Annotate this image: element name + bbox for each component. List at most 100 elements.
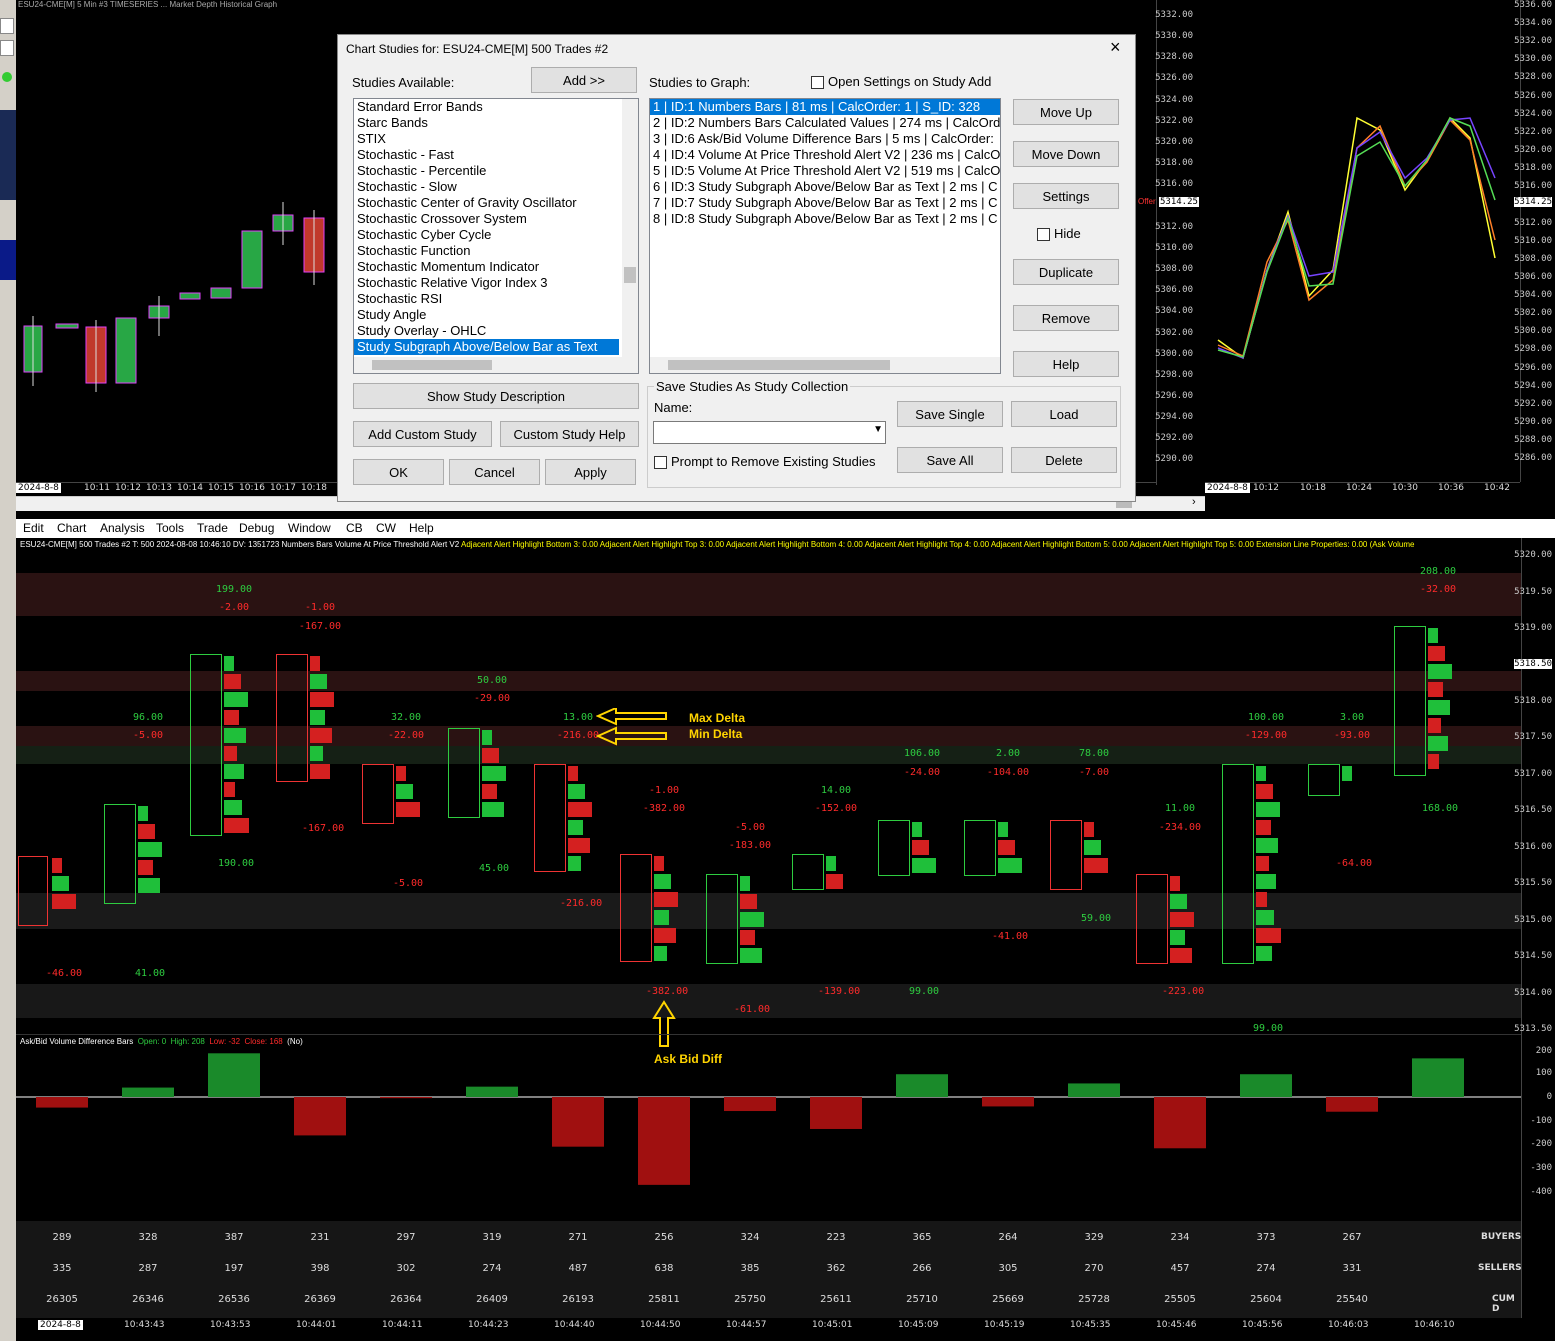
tool-icon[interactable] [0, 40, 14, 56]
time-label: 10:45:56 [1242, 1320, 1283, 1330]
time-label: 10:44:11 [382, 1320, 423, 1330]
studies-to-graph-label: Studies to Graph: [649, 75, 751, 90]
list-item[interactable]: Study Angle [354, 307, 638, 323]
apply-button[interactable]: Apply [545, 459, 636, 485]
duplicate-button[interactable]: Duplicate [1013, 259, 1119, 285]
list-item[interactable]: Standard Error Bands [354, 99, 638, 115]
buyers-value: 387 [224, 1232, 244, 1243]
time-label: 10:45:19 [984, 1320, 1025, 1330]
list-item[interactable]: Stochastic RSI [354, 291, 638, 307]
save-single-button[interactable]: Save Single [897, 401, 1003, 427]
menu-item-trade[interactable]: Trade [197, 521, 228, 535]
menu-item-cw[interactable]: CW [376, 521, 396, 535]
chart-header-inputs: Adjacent Alert Highlight Bottom 3: 0.00 … [461, 540, 1415, 549]
load-button[interactable]: Load [1011, 401, 1117, 427]
save-all-button[interactable]: Save All [897, 447, 1003, 473]
horizontal-scrollbar[interactable] [650, 357, 1000, 373]
list-item[interactable]: Stochastic Crossover System [354, 211, 638, 227]
price-label: 5302.00 [1155, 328, 1193, 338]
custom-study-help-button[interactable]: Custom Study Help [500, 421, 639, 447]
delta-bar [1428, 628, 1438, 643]
add-button[interactable]: Add >> [531, 67, 637, 93]
show-study-description-button[interactable]: Show Study Description [353, 383, 639, 409]
name-label: Name: [654, 400, 693, 415]
ask-bid-diff-label: 99.00 [1252, 1023, 1284, 1034]
help-button[interactable]: Help [1013, 351, 1119, 377]
list-item[interactable]: Stochastic Function [354, 243, 638, 259]
footprint-box [1222, 764, 1254, 964]
price-label: 5314.00 [1514, 988, 1552, 998]
remove-button[interactable]: Remove [1013, 305, 1119, 331]
menu-item-help[interactable]: Help [409, 521, 434, 535]
price-label: 5316.50 [1514, 805, 1552, 815]
delta-bar [740, 876, 750, 891]
price-label: 5318.00 [1514, 163, 1552, 173]
list-item[interactable]: Stochastic Relative Vigor Index 3 [354, 275, 638, 291]
list-item[interactable]: STIX [354, 131, 638, 147]
scroll-thumb[interactable] [668, 360, 890, 370]
horizontal-scrollbar[interactable] [354, 357, 638, 373]
list-item[interactable]: 5 | ID:5 Volume At Price Threshold Alert… [650, 163, 1000, 179]
footprint-box [706, 874, 738, 964]
vertical-scrollbar[interactable] [622, 99, 638, 357]
list-item[interactable]: 6 | ID:3 Study Subgraph Above/Below Bar … [650, 179, 1000, 195]
list-item[interactable]: Stochastic Center of Gravity Oscillator [354, 195, 638, 211]
list-item[interactable]: 4 | ID:4 Volume At Price Threshold Alert… [650, 147, 1000, 163]
menu-item-analysis[interactable]: Analysis [100, 521, 145, 535]
open-settings-checkbox[interactable] [811, 76, 824, 89]
scroll-thumb[interactable] [372, 360, 492, 370]
tool-icon[interactable] [0, 18, 14, 34]
menu-item-edit[interactable]: Edit [23, 521, 44, 535]
max-delta-label: 106.00 [903, 748, 941, 759]
ok-button[interactable]: OK [353, 459, 444, 485]
menu-item-cb[interactable]: CB [346, 521, 363, 535]
scroll-right-icon[interactable]: › [1192, 496, 1196, 508]
delta-bar [1256, 784, 1273, 799]
hide-checkbox[interactable] [1037, 228, 1050, 241]
list-item-selected[interactable]: Study Subgraph Above/Below Bar as Text [354, 339, 619, 355]
list-item[interactable]: Stochastic Momentum Indicator [354, 259, 638, 275]
name-combobox[interactable]: ▼ [653, 421, 886, 444]
list-item[interactable]: Stochastic Cyber Cycle [354, 227, 638, 243]
cancel-button[interactable]: Cancel [449, 459, 540, 485]
list-item[interactable]: Stochastic - Slow [354, 179, 638, 195]
studies-available-label: Studies Available: [352, 75, 455, 90]
list-item[interactable]: Stochastic - Percentile [354, 163, 638, 179]
close-icon[interactable]: × [1110, 37, 1121, 58]
numbers-bars-chart[interactable]: ESU24-CME[M] 500 Trades #2 T: 500 2024-0… [16, 538, 1522, 1318]
list-item[interactable]: 3 | ID:6 Ask/Bid Volume Difference Bars … [650, 131, 1000, 147]
cumd-value: 25728 [1078, 1294, 1110, 1305]
prompt-remove-checkbox[interactable] [654, 456, 667, 469]
studies-available-list[interactable]: Standard Error Bands Starc Bands STIX St… [353, 98, 639, 374]
scroll-thumb[interactable] [624, 267, 636, 283]
top-right-chart[interactable]: 5336.00 5334.00 5332.00 5330.00 5328.00 … [1205, 0, 1555, 495]
move-up-button[interactable]: Move Up [1013, 99, 1119, 125]
chevron-down-icon[interactable]: ▼ [873, 424, 883, 435]
menu-item-debug[interactable]: Debug [239, 521, 274, 535]
time-label: 10:45:01 [812, 1320, 853, 1330]
move-down-button[interactable]: Move Down [1013, 141, 1119, 167]
list-item-selected[interactable]: 1 | ID:1 Numbers Bars | 81 ms | CalcOrde… [650, 99, 1000, 115]
prompt-remove-label: Prompt to Remove Existing Studies [671, 454, 876, 469]
settings-button[interactable]: Settings [1013, 183, 1119, 209]
list-item[interactable]: 2 | ID:2 Numbers Bars Calculated Values … [650, 115, 1000, 131]
diff-bar [466, 1086, 518, 1097]
delta-bar [998, 840, 1015, 855]
buyers-value: 324 [740, 1232, 760, 1243]
menu-item-chart[interactable]: Chart [57, 521, 86, 535]
add-custom-study-button[interactable]: Add Custom Study [353, 421, 492, 447]
list-item[interactable]: Stochastic - Fast [354, 147, 638, 163]
date-label: 2024-8-8 [38, 1320, 83, 1330]
menu-item-window[interactable]: Window [288, 521, 331, 535]
time-label: 10:45:46 [1156, 1320, 1197, 1330]
list-item[interactable]: Study Overlay - OHLC [354, 323, 638, 339]
studies-to-graph-list[interactable]: 1 | ID:1 Numbers Bars | 81 ms | CalcOrde… [649, 98, 1001, 374]
price-label: 5308.00 [1155, 264, 1193, 274]
list-item[interactable]: Starc Bands [354, 115, 638, 131]
list-item[interactable]: 7 | ID:7 Study Subgraph Above/Below Bar … [650, 195, 1000, 211]
menu-item-tools[interactable]: Tools [156, 521, 184, 535]
delta-bar [138, 842, 162, 857]
list-item[interactable]: 8 | ID:8 Study Subgraph Above/Below Bar … [650, 211, 1000, 227]
ask-bid-diff-label: -216.00 [560, 898, 603, 909]
delete-button[interactable]: Delete [1011, 447, 1117, 473]
